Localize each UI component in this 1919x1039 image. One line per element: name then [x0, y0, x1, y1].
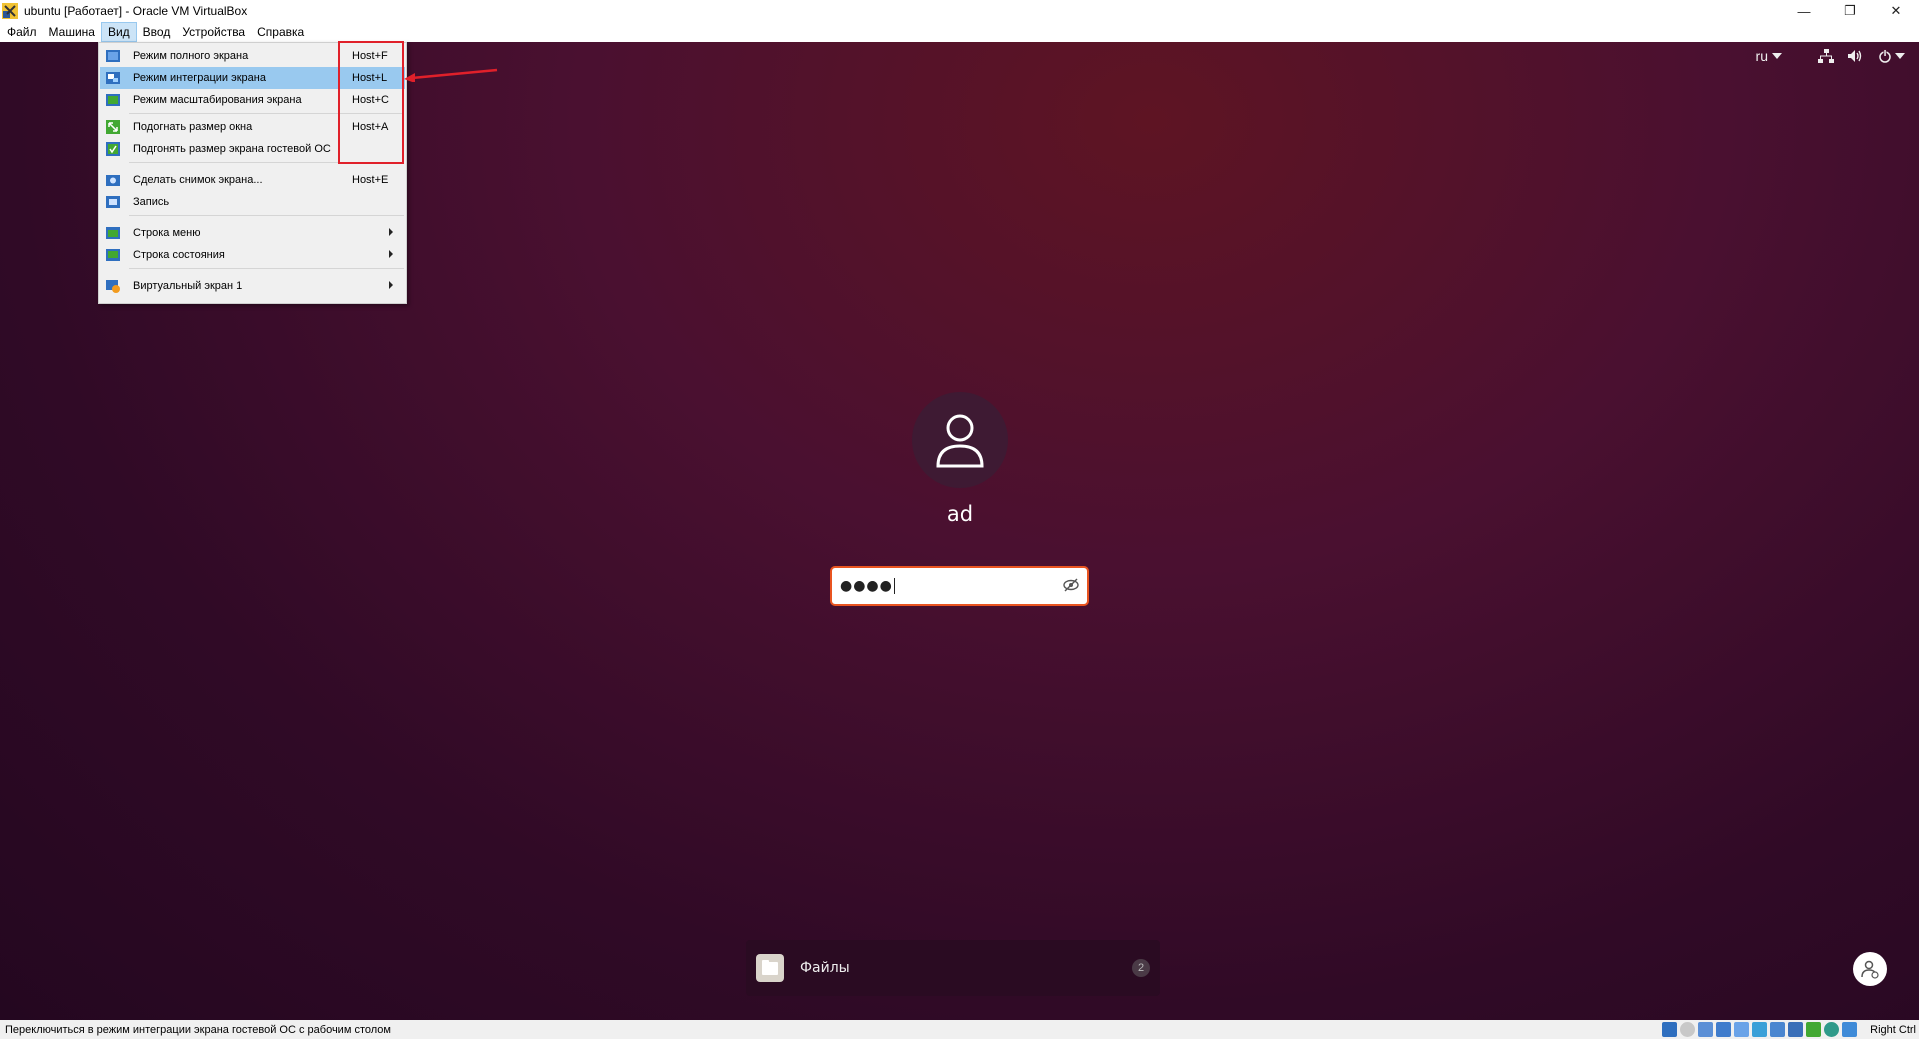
- virtual-screen-icon: [106, 280, 120, 293]
- user-avatar[interactable]: [912, 392, 1008, 488]
- screenshot-icon: [106, 175, 120, 186]
- restore-button[interactable]: ❐: [1827, 0, 1873, 22]
- menu-bar-icon: [106, 227, 120, 239]
- scale-mode-icon: [106, 94, 120, 106]
- menu-item-status-bar[interactable]: Строка состояния: [100, 244, 405, 266]
- annotation-arrow-icon: [404, 68, 498, 82]
- notification-app-name: Файлы: [800, 960, 850, 976]
- menu-item-menu-bar[interactable]: Строка меню: [100, 222, 405, 244]
- adjust-window-icon: [106, 120, 120, 134]
- language-indicator[interactable]: ru: [1756, 48, 1782, 64]
- accessibility-icon: [1861, 960, 1879, 979]
- menu-input[interactable]: Ввод: [137, 22, 177, 42]
- recording-icon: [106, 196, 120, 208]
- folder-icon: [756, 954, 784, 982]
- menu-machine[interactable]: Машина: [43, 22, 101, 42]
- recording-status-icon[interactable]: [1788, 1022, 1803, 1037]
- eye-slash-icon[interactable]: [1063, 578, 1079, 595]
- menu-view[interactable]: Вид: [100, 22, 137, 42]
- chevron-down-icon: [1772, 53, 1782, 59]
- chevron-down-icon: [1895, 53, 1905, 59]
- status-bar-icon: [106, 249, 120, 261]
- volume-icon[interactable]: [1848, 49, 1864, 63]
- menubar: Файл Машина Вид Ввод Устройства Справка: [0, 22, 1919, 42]
- auto-resize-guest-icon: [106, 142, 120, 156]
- network-adapter-icon[interactable]: [1716, 1022, 1731, 1037]
- optical-drive-icon[interactable]: [1680, 1022, 1695, 1037]
- window-title: ubuntu [Работает] - Oracle VM VirtualBox: [24, 4, 248, 18]
- menu-file[interactable]: Файл: [0, 22, 43, 42]
- menu-help[interactable]: Справка: [251, 22, 310, 42]
- host-key-label: Right Ctrl: [1870, 1023, 1916, 1036]
- password-mask: ●●●●: [840, 578, 893, 594]
- submenu-arrow-icon: [389, 228, 393, 236]
- seamless-mode-icon: [106, 72, 120, 84]
- network-icon[interactable]: [1818, 49, 1834, 63]
- close-button[interactable]: ✕: [1873, 0, 1919, 22]
- audio-icon[interactable]: [1698, 1022, 1713, 1037]
- accessibility-button[interactable]: [1853, 952, 1887, 986]
- user-icon: [936, 414, 984, 468]
- mouse-integration-icon[interactable]: [1824, 1022, 1839, 1037]
- files-notification[interactable]: Файлы 2: [746, 940, 1160, 996]
- status-text: Переключиться в режим интеграции экрана …: [5, 1023, 391, 1036]
- menu-separator: [129, 215, 404, 216]
- submenu-arrow-icon: [389, 250, 393, 258]
- login-username: ad: [946, 502, 974, 526]
- power-icon[interactable]: [1878, 49, 1905, 63]
- menu-item-screenshot[interactable]: Сделать снимок экрана... Host+E: [100, 169, 405, 191]
- cpu-icon[interactable]: [1806, 1022, 1821, 1037]
- display-icon[interactable]: [1770, 1022, 1785, 1037]
- window-titlebar: ubuntu [Работает] - Oracle VM VirtualBox…: [0, 0, 1919, 22]
- shared-folders-icon[interactable]: [1752, 1022, 1767, 1037]
- text-caret: [893, 578, 895, 594]
- minimize-button[interactable]: —: [1781, 0, 1827, 22]
- notification-count-badge: 2: [1132, 959, 1150, 977]
- password-field[interactable]: ●●●●: [830, 566, 1089, 606]
- annotation-highlight-box: [338, 41, 404, 164]
- submenu-arrow-icon: [389, 281, 393, 289]
- device-status-icons: [1662, 1022, 1857, 1037]
- menu-separator: [129, 268, 404, 269]
- menu-item-recording[interactable]: Запись: [100, 191, 405, 213]
- fullscreen-icon: [106, 50, 120, 62]
- statusbar: Переключиться в режим интеграции экрана …: [0, 1020, 1919, 1039]
- hard-disk-icon[interactable]: [1662, 1022, 1677, 1037]
- menu-devices[interactable]: Устройства: [176, 22, 251, 42]
- keyboard-capture-icon[interactable]: [1842, 1022, 1857, 1037]
- virtualbox-app-icon: [2, 3, 18, 19]
- usb-icon[interactable]: [1734, 1022, 1749, 1037]
- menu-item-virtual-screen[interactable]: Виртуальный экран 1: [100, 275, 405, 297]
- guest-top-panel: ru: [1756, 42, 1919, 70]
- language-label: ru: [1755, 48, 1768, 64]
